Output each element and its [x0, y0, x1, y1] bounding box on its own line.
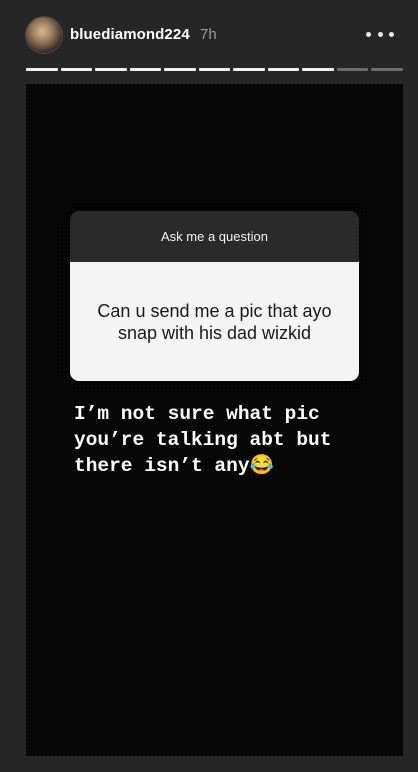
progress-segment — [267, 68, 300, 71]
progress-segment — [233, 68, 265, 71]
progress-segment — [60, 68, 93, 71]
progress-segment — [164, 68, 196, 71]
question-text: Can u send me a pic that ayo snap with h… — [70, 262, 359, 381]
story-content[interactable]: Ask me a question Can u send me a pic th… — [26, 84, 403, 756]
reply-text: I’m not sure what pic you’re talking abt… — [74, 403, 344, 477]
progress-segment — [302, 68, 334, 71]
post-time: 7h — [200, 26, 217, 43]
username[interactable]: bluediamond224 — [70, 26, 190, 43]
progress-segment — [336, 68, 369, 71]
question-sticker[interactable]: Ask me a question Can u send me a pic th… — [70, 211, 359, 381]
question-prompt: Ask me a question — [70, 211, 359, 262]
progress-segment — [95, 68, 127, 71]
story-viewer: bluediamond224 7h Ask me a question Can … — [0, 0, 418, 772]
progress-segment — [129, 68, 162, 71]
profile-avatar[interactable] — [25, 16, 63, 54]
progress-segment — [371, 68, 404, 71]
story-progress-bar — [26, 68, 404, 72]
more-options-icon[interactable] — [366, 24, 394, 44]
progress-segment — [198, 68, 231, 71]
progress-segment — [26, 68, 58, 71]
story-header: bluediamond224 7h — [0, 0, 418, 66]
